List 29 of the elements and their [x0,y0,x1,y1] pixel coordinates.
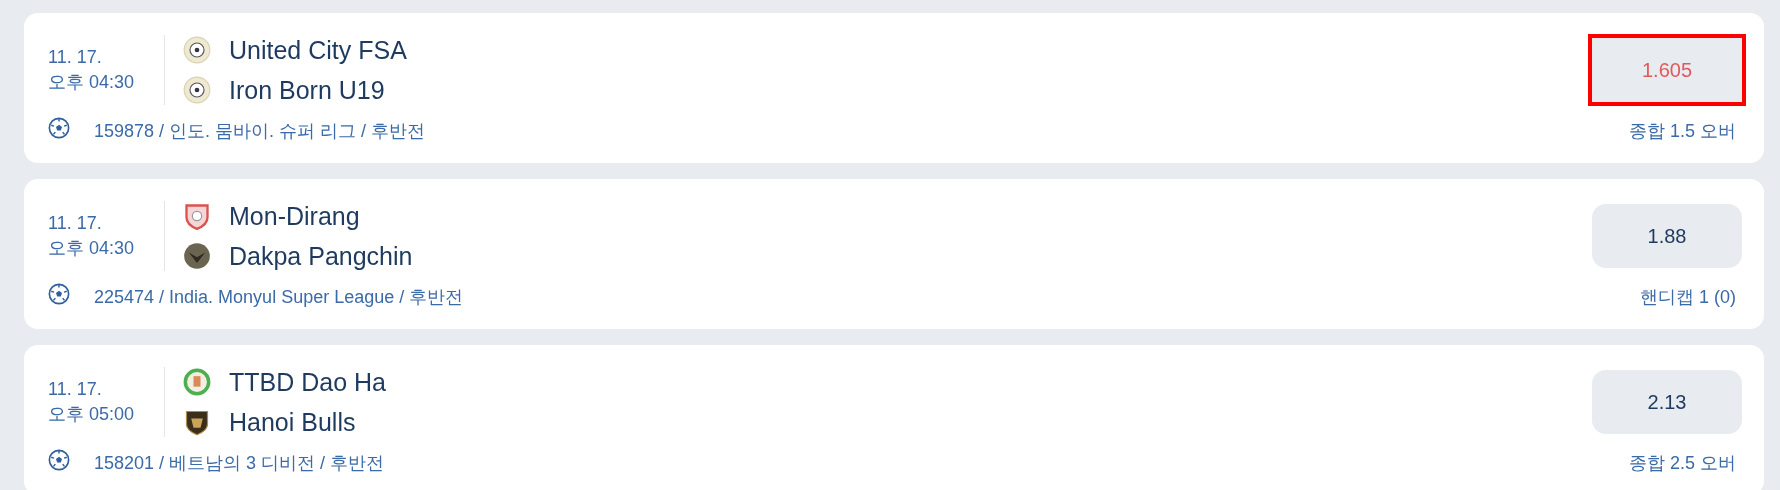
match-date: 11. 17. [48,46,103,69]
match-time: 오후 04:30 [48,71,136,94]
league-info: 159878 / 인도. 뭄바이. 슈퍼 리그 / 후반전 [94,120,427,143]
odds-button[interactable]: 2.13 [1592,370,1742,434]
market-label: 종합 2.5 오버 [1628,452,1737,475]
team-logo-icon [183,408,211,436]
soccer-ball-icon [48,117,70,139]
team-name: Dakpa Pangchin [229,241,413,272]
league-info: 158201 / 베트남의 3 디비전 / 후반전 [94,452,386,475]
team-logo-icon [183,368,211,396]
market-label: 종합 1.5 오버 [1628,120,1737,143]
team-logo-icon [183,76,211,104]
match-date: 11. 17. [48,212,103,235]
team-name: Iron Born U19 [229,75,385,106]
team-logo-icon [183,242,211,270]
team-name: United City FSA [229,35,407,66]
match-time: 오후 04:30 [48,237,136,260]
match-date: 11. 17. [48,378,103,401]
market-label: 핸디캡 1 (0) [1640,286,1737,309]
soccer-ball-icon [48,283,70,305]
team-name: Hanoi Bulls [229,407,356,438]
team-name: Mon-Dirang [229,201,360,232]
match-time: 오후 05:00 [48,403,136,426]
team-name: TTBD Dao Ha [229,367,386,398]
team-logo-icon [183,202,211,230]
odds-button[interactable]: 1.88 [1592,204,1742,268]
team-logo-icon [183,36,211,64]
league-info: 225474 / India. Monyul Super League / 후반전 [94,286,465,309]
soccer-ball-icon [48,449,70,471]
